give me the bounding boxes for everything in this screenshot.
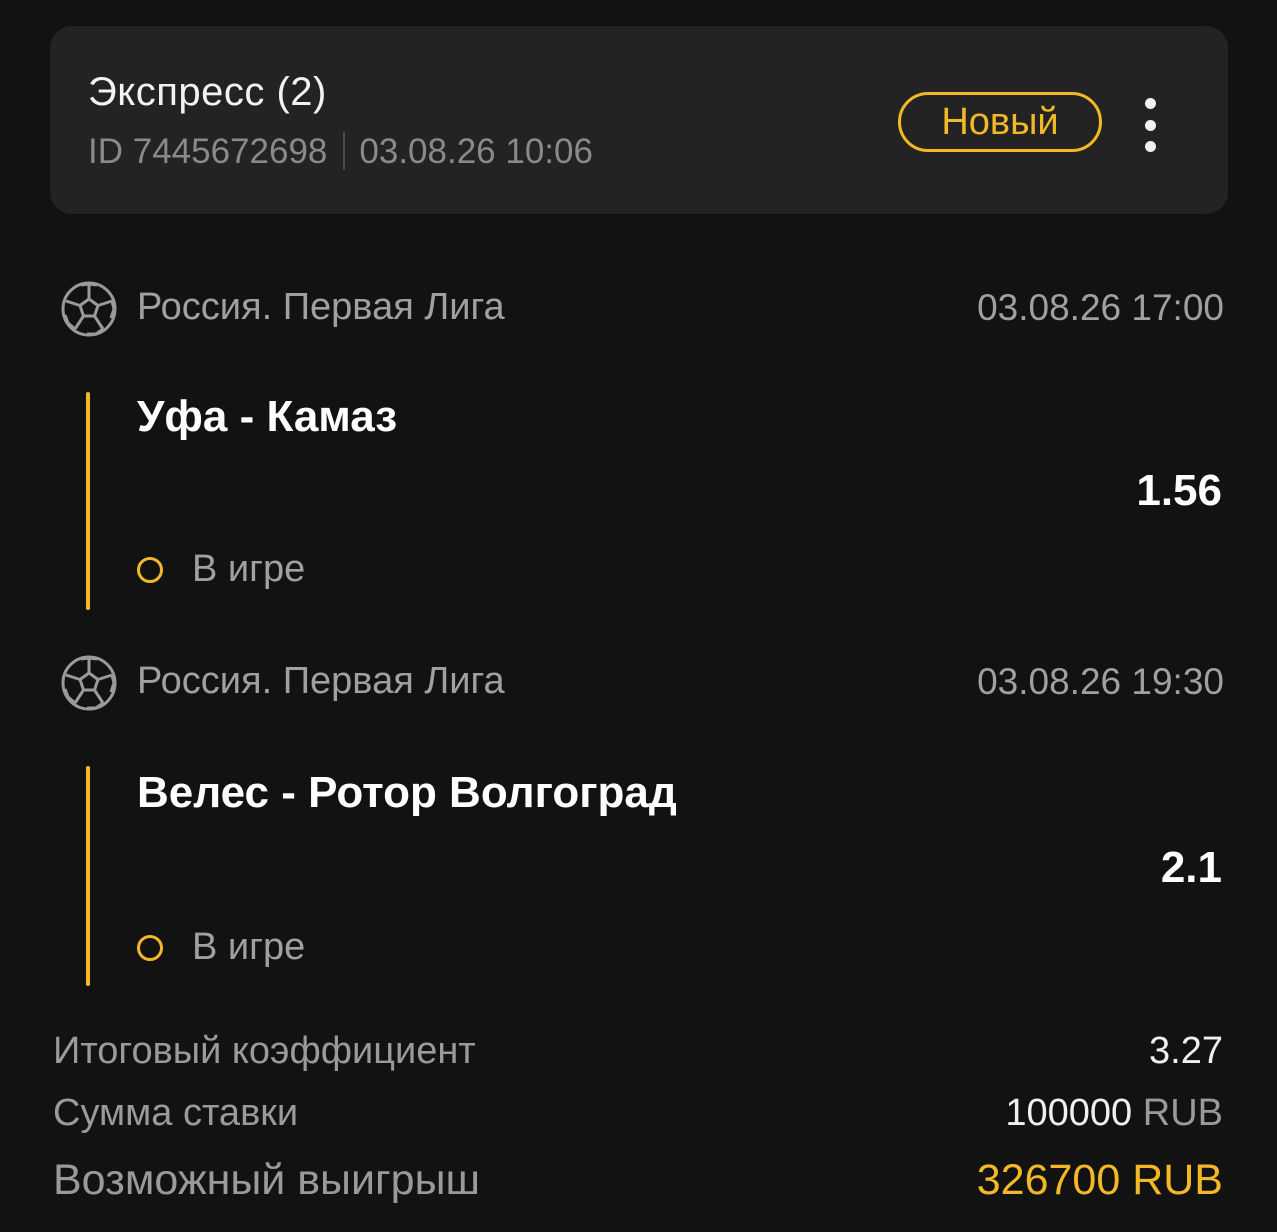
match-name: Уфа - Камаз <box>137 392 398 441</box>
bet-id: ID 7445672698 <box>88 132 328 171</box>
more-vertical-icon-dot <box>1144 98 1156 109</box>
stake-row: Сумма ставки 100000 RUB <box>53 1092 1223 1135</box>
possible-win-label: Возможный выигрыш <box>53 1156 480 1204</box>
event-date: 03.08.26 17:00 <box>977 287 1224 328</box>
more-vertical-icon-dot <box>1144 141 1156 152</box>
total-odds-value: 3.27 <box>1149 1030 1223 1072</box>
league-name: Россия. Первая Лига <box>137 660 505 702</box>
total-odds-row: Итоговый коэффициент 3.27 <box>53 1030 1223 1073</box>
status-badge: Новый <box>898 92 1102 152</box>
possible-win-row: Возможный выигрыш 326700 RUB <box>53 1156 1223 1205</box>
status-circle-icon <box>137 935 163 961</box>
stake-currency: RUB <box>1142 1092 1223 1134</box>
stake-amount: 100000 RUB <box>1005 1092 1223 1135</box>
meta-divider <box>343 132 346 170</box>
event-status: В игре <box>192 548 306 590</box>
stake-value: 100000 <box>1005 1092 1133 1134</box>
selection-odds: 2.1 <box>1160 843 1222 892</box>
league-name: Россия. Первая Лига <box>137 286 505 328</box>
event-status: В игре <box>192 926 306 968</box>
soccer-ball-icon <box>61 281 117 337</box>
bet-header-card: Экспресс (2) ID 7445672698 03.08.26 10:06… <box>50 26 1228 214</box>
bet-meta: ID 7445672698 03.08.26 10:06 <box>88 132 593 172</box>
possible-win-value: 326700 RUB <box>976 1156 1223 1204</box>
selection-accent-line <box>86 392 90 610</box>
selection-accent-line <box>86 766 90 986</box>
soccer-ball-icon <box>61 655 117 711</box>
stake-label: Сумма ставки <box>53 1092 299 1134</box>
bet-type-title: Экспресс (2) <box>88 70 327 114</box>
match-name: Велес - Ротор Волгоград <box>137 768 677 817</box>
more-options-button[interactable] <box>1132 98 1168 152</box>
more-vertical-icon-dot <box>1144 119 1156 131</box>
bet-datetime: 03.08.26 10:06 <box>359 132 593 171</box>
total-odds-label: Итоговый коэффициент <box>53 1030 476 1072</box>
selection-odds: 1.56 <box>1136 466 1222 515</box>
status-circle-icon <box>137 557 163 583</box>
event-date: 03.08.26 19:30 <box>977 661 1224 702</box>
